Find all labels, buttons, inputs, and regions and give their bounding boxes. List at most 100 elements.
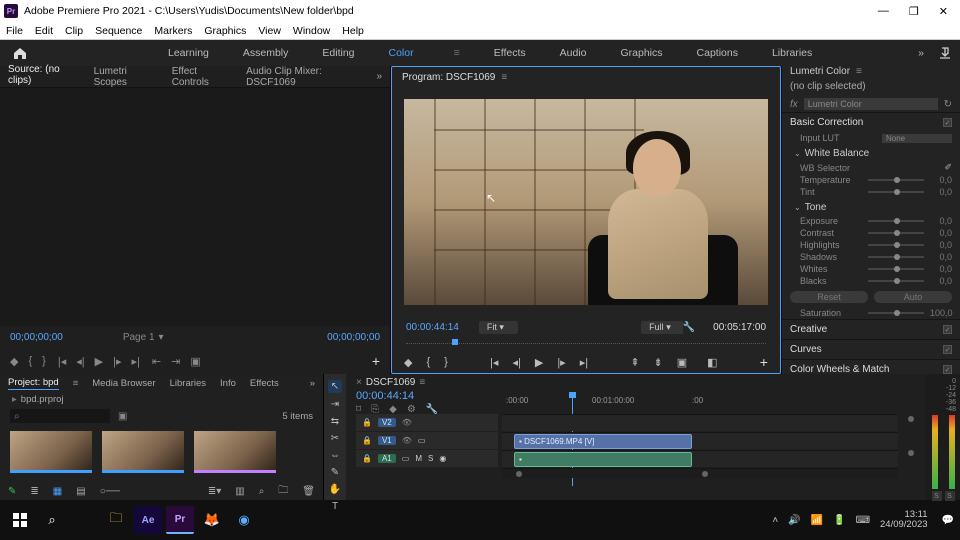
timeline-panel-menu-icon[interactable]: ≡	[419, 377, 425, 388]
eyedropper-icon[interactable]: ✐	[944, 162, 952, 173]
prog-compare-icon[interactable]: ◧	[707, 356, 717, 369]
start-button[interactable]	[6, 506, 34, 534]
lock-icon[interactable]: 🔒	[362, 436, 372, 445]
section-white-balance[interactable]: White Balance	[805, 148, 869, 159]
menu-sequence[interactable]: Sequence	[95, 25, 142, 37]
tray-wifi-icon[interactable]: 📶	[811, 515, 823, 526]
workspace-color-menu-icon[interactable]: ≡	[454, 47, 460, 59]
highlights-slider[interactable]	[868, 244, 924, 246]
list-view-icon[interactable]: ≣	[30, 486, 38, 497]
menu-edit[interactable]: Edit	[35, 25, 53, 37]
track-lane-v2[interactable]	[502, 414, 898, 431]
prog-add-marker-icon[interactable]: ◆	[404, 356, 412, 369]
track-lane-a1[interactable]: ▪	[502, 450, 898, 467]
pen-tool-icon[interactable]: ✎	[331, 467, 339, 478]
program-scrub-bar[interactable]	[406, 339, 766, 351]
tray-language-icon[interactable]: ⌨	[856, 515, 870, 526]
chevron-down-icon[interactable]: ⌄	[794, 203, 801, 212]
menu-clip[interactable]: Clip	[65, 25, 83, 37]
scroll-handle[interactable]	[908, 450, 914, 456]
tab-effect-controls[interactable]: Effect Controls	[172, 66, 230, 88]
source-tabs-overflow-icon[interactable]: »	[376, 71, 382, 82]
menu-help[interactable]: Help	[342, 25, 364, 37]
ripple-tool-icon[interactable]: ⇆	[331, 416, 339, 427]
tray-overflow-icon[interactable]: ˄	[772, 515, 778, 526]
timeline-ruler[interactable]: :00:00 00:01:00:00 :00	[502, 396, 896, 410]
workspace-captions[interactable]: Captions	[697, 47, 738, 59]
tab-audio-clip-mixer[interactable]: Audio Clip Mixer: DSCF1069	[246, 66, 360, 88]
menu-file[interactable]: File	[6, 25, 23, 37]
fx-badge-icon[interactable]: fx	[790, 99, 798, 110]
sequence-thumbnail[interactable]	[194, 431, 276, 473]
export-icon[interactable]	[938, 46, 952, 60]
add-marker-icon[interactable]: ◆	[10, 355, 18, 368]
source-out-timecode[interactable]: 00;00;00;00	[327, 332, 380, 343]
reset-button[interactable]: Reset	[790, 291, 868, 303]
project-search-input[interactable]: ⌕	[10, 409, 110, 423]
chevron-down-icon[interactable]: ⌄	[794, 149, 801, 158]
mark-out-icon[interactable]: }	[42, 355, 46, 367]
tab-effects-panel[interactable]: Effects	[250, 378, 279, 389]
minimize-button[interactable]: ―	[878, 5, 889, 18]
new-bin-from-search-icon[interactable]: ▣	[118, 411, 127, 422]
meter-solo-left[interactable]: S	[932, 491, 942, 501]
lumetri-effect-dropdown[interactable]: Lumetri Color	[804, 98, 938, 110]
contrast-value[interactable]: 0,0	[930, 228, 952, 238]
tab-project[interactable]: Project: bpd	[8, 377, 59, 390]
freeform-view-icon[interactable]: ▤	[76, 486, 85, 497]
program-timecode[interactable]: 00:00:44:14	[406, 322, 459, 333]
taskbar-app-browser[interactable]: ◉	[230, 506, 258, 534]
new-item-icon[interactable]: ✎	[8, 486, 16, 497]
taskbar-app-chrome[interactable]	[262, 506, 290, 534]
source-in-timecode[interactable]: 00;00;00;00	[10, 332, 63, 343]
shadows-value[interactable]: 0,0	[930, 252, 952, 262]
taskbar-app-obs[interactable]	[294, 506, 322, 534]
hand-tool-icon[interactable]: ✋	[329, 484, 341, 495]
menu-graphics[interactable]: Graphics	[204, 25, 246, 37]
tab-libraries[interactable]: Libraries	[170, 378, 206, 389]
prog-mark-out-icon[interactable]: }	[444, 356, 448, 368]
workspace-libraries[interactable]: Libraries	[772, 47, 812, 59]
workspace-color[interactable]: Color	[389, 47, 414, 59]
auto-sequence-icon[interactable]: ▥	[235, 486, 244, 497]
whites-value[interactable]: 0,0	[930, 264, 952, 274]
temperature-value[interactable]: 0,0	[930, 175, 952, 185]
lumetri-reset-icon[interactable]: ↻	[944, 99, 952, 110]
project-bin[interactable]	[0, 425, 323, 482]
timeline-horizontal-scroll[interactable]	[502, 468, 898, 478]
lock-icon[interactable]: 🔒	[362, 418, 372, 427]
step-back-icon[interactable]: ◂|	[76, 355, 84, 368]
new-bin-icon[interactable]: 🗀	[278, 483, 288, 500]
program-monitor[interactable]: ↖	[404, 99, 768, 305]
solo-button[interactable]: S	[428, 454, 433, 463]
overwrite-icon[interactable]: ⇥	[171, 355, 180, 368]
go-to-in-icon[interactable]: |◂	[58, 355, 66, 368]
blacks-slider[interactable]	[868, 280, 924, 282]
project-tab-menu-icon[interactable]: ≡	[73, 378, 79, 389]
scroll-handle[interactable]	[908, 416, 914, 422]
prog-play-icon[interactable]: ▶	[535, 356, 543, 369]
delete-icon[interactable]: 🗑	[302, 486, 315, 497]
tint-value[interactable]: 0,0	[930, 187, 952, 197]
step-forward-icon[interactable]: |▸	[113, 355, 121, 368]
find-icon[interactable]: ⌕	[259, 486, 265, 497]
lumetri-panel-menu-icon[interactable]: ≡	[856, 66, 862, 77]
keyframe-icon[interactable]: ▭	[418, 436, 426, 445]
quality-dropdown[interactable]: Full ▾	[641, 321, 683, 334]
prog-lift-icon[interactable]: ⇞	[630, 356, 639, 369]
voiceover-icon[interactable]: ◉	[439, 454, 446, 463]
keyframe-icon[interactable]: ▭	[402, 454, 410, 463]
eye-icon[interactable]: 👁	[402, 436, 412, 445]
prog-button-editor-icon[interactable]: +	[760, 354, 768, 370]
zoom-slider[interactable]: ○──	[100, 486, 120, 497]
prog-go-to-in-icon[interactable]: |◂	[490, 356, 498, 369]
track-lane-v1[interactable]: ▪ DSCF1069.MP4 [V]	[502, 432, 898, 449]
section-basic-correction[interactable]: Basic Correction	[790, 117, 863, 128]
track-select-tool-icon[interactable]: ⇥	[331, 399, 339, 410]
exposure-value[interactable]: 0,0	[930, 216, 952, 226]
tint-slider[interactable]	[868, 191, 924, 193]
settings-icon[interactable]: 🔧	[683, 322, 695, 333]
notifications-icon[interactable]: 💬	[942, 515, 954, 526]
close-button[interactable]: ✕	[939, 5, 948, 18]
workspace-editing[interactable]: Editing	[322, 47, 354, 59]
